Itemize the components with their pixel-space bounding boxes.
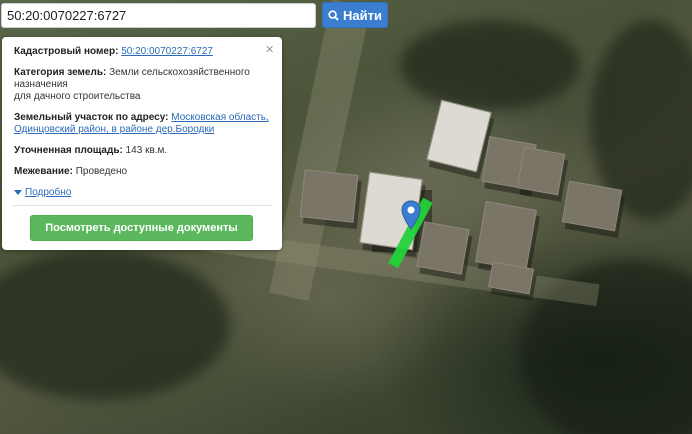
building [561,180,623,232]
category-value-line1: Земли сельскохозяйственного [109,67,250,78]
cadastral-number-link[interactable]: 50:20:0070227:6727 [121,46,213,57]
address-link-line2[interactable]: Одинцовский район, в районе дер.Бородки [14,124,214,135]
search-button-label: Найти [343,7,382,23]
cadastral-label: Кадастровый номер: [14,46,119,57]
building [426,99,492,173]
category-row: Категория земель: Земли сельскохозяйстве… [14,67,270,103]
parcel-info-popup: × Кадастровый номер: 50:20:0070227:6727 … [2,37,282,250]
area-label: Уточненная площадь: [14,145,123,156]
area-row: Уточненная площадь: 143 кв.м. [14,145,270,157]
survey-label: Межевание: [14,166,73,177]
building [299,169,359,223]
survey-row: Межевание: Проведено [14,166,270,178]
area-value: 143 кв.м. [125,145,168,156]
category-value-line3: для дачного строительства [14,91,141,102]
building [516,146,566,196]
cadastral-search-input[interactable] [1,3,316,28]
address-row: Земельный участок по адресу: Московская … [14,112,270,136]
category-label: Категория земель: [14,67,107,78]
cadastral-row: Кадастровый номер: 50:20:0070227:6727 [14,46,270,58]
building [416,221,470,275]
details-toggle[interactable]: Подробно [14,187,71,198]
survey-value: Проведено [75,166,128,177]
address-label: Земельный участок по адресу: [14,112,169,123]
divider [12,205,272,206]
tree-area [400,20,580,110]
view-documents-button[interactable]: Посмотреть доступные документы [30,215,253,241]
category-value-line2: назначения [14,79,68,90]
address-link-line1[interactable]: Московская область, [171,112,268,123]
building [475,200,537,272]
caret-down-icon [14,190,22,195]
details-label: Подробно [25,187,72,198]
search-button[interactable]: Найти [322,2,388,28]
map-marker-icon[interactable] [401,200,421,230]
close-icon[interactable]: × [265,42,274,57]
tree-area [0,250,230,400]
search-icon [328,9,339,21]
